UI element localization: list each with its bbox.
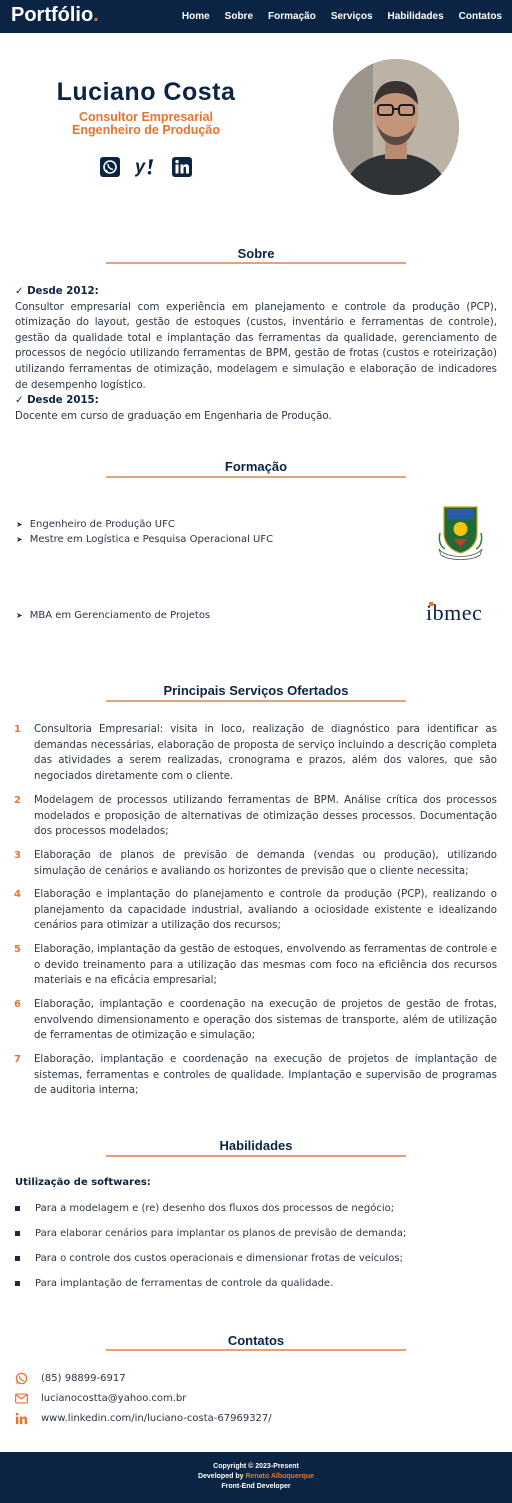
skill-item: Para elaborar cenários para implantar os… [15, 1228, 406, 1239]
sobre-text: ✓ Desde 2012: Consultor empresarial com … [15, 284, 497, 424]
service-item: 7 Elaboração, implantação e coordenação … [14, 1052, 497, 1099]
contact-linkedin[interactable]: www.linkedin.com/in/luciano-costa-679693… [14, 1411, 272, 1425]
formacao-list-ufc: ➤ Engenheiro de Produção UFC ➤ Mestre em L… [16, 517, 273, 547]
service-number: 7 [14, 1054, 21, 1065]
main-nav: Home Sobre Formação Serviços Habilidades… [167, 11, 502, 22]
nav-home[interactable]: Home [182, 11, 210, 22]
linkedin-icon [14, 1411, 28, 1425]
phone-number: (85) 98899-6917 [41, 1372, 126, 1384]
arrow-icon: ➤ [16, 535, 23, 544]
service-number: 2 [14, 795, 21, 806]
section-divider [106, 476, 406, 478]
skills-heading: Utilização de softwares: [15, 1177, 151, 1188]
linkedin-url: www.linkedin.com/in/luciano-costa-679693… [41, 1412, 272, 1424]
sobre-paragraph-2012: Consultor empresarial com experiência em… [15, 301, 497, 391]
service-text: Elaboração, implantação e coordenação na… [34, 999, 497, 1042]
whatsapp-icon [14, 1371, 28, 1385]
sobre-heading-2015: ✓ Desde 2015: [15, 395, 99, 407]
linkedin-icon[interactable] [171, 156, 192, 177]
service-text: Elaboração, implantação da gestão de est… [34, 944, 497, 987]
service-number: 4 [14, 889, 21, 900]
sobre-paragraph-2015: Docente em curso de graduação em Engenha… [15, 410, 332, 422]
logo-text: Portfólio [11, 4, 94, 26]
footer-copyright: Copyright © 2023-Present [213, 1463, 299, 1470]
email-address: lucianocostta@yahoo.com.br [41, 1392, 187, 1404]
footer: Copyright © 2023-Present Developed by Re… [0, 1452, 512, 1503]
bullet-icon [15, 1231, 20, 1236]
service-text: Modelagem de processos utilizando ferram… [34, 795, 497, 838]
list-item: ➤ Mestre em Logística e Pesquisa Operacio… [16, 534, 274, 545]
section-divider [106, 700, 406, 702]
skill-item: Para o controle dos custos operacionais … [15, 1253, 403, 1264]
service-item: 4 Elaboração e implantação do planejamen… [14, 887, 497, 934]
ibmec-logo: ibmec [426, 600, 483, 625]
section-title-habilidades: Habilidades [219, 1138, 293, 1153]
service-item: 1 Consultoria Empresarial: visita in loc… [14, 722, 497, 784]
nav-servicos[interactable]: Serviços [331, 11, 373, 22]
logo-dot: . [93, 4, 99, 26]
service-item: 5 Elaboração, implantação da gestão de e… [14, 942, 497, 989]
contact-phone[interactable]: (85) 98899-6917 [14, 1371, 126, 1385]
service-text: Consultoria Empresarial: visita in loco,… [34, 724, 497, 782]
nav-sobre[interactable]: Sobre [225, 11, 253, 22]
service-item: 2 Modelagem de processos utilizando ferr… [14, 793, 497, 840]
list-item: ➤ MBA em Gerenciamento de Projetos [16, 610, 211, 621]
sobre-heading-2012: ✓ Desde 2012: [15, 286, 99, 297]
skill-item: Para implantação de ferramentas de contr… [15, 1278, 333, 1289]
footer-role: Front-End Developer [221, 1483, 291, 1490]
bullet-icon [15, 1206, 20, 1211]
service-text: Elaboração de planos de previsão de dema… [34, 850, 497, 877]
nav-contatos[interactable]: Contatos [459, 11, 502, 22]
profile-role-2: Engenheiro de Produção [72, 123, 220, 137]
profile-role-1: Consultor Empresarial [78, 110, 214, 124]
contact-email[interactable]: lucianocostta@yahoo.com.br [14, 1391, 186, 1405]
svg-text:y: y [135, 157, 146, 177]
section-title-contatos: Contatos [227, 1333, 285, 1348]
service-number: 1 [14, 724, 21, 735]
service-number: 6 [14, 999, 21, 1010]
bullet-icon [15, 1256, 20, 1261]
profile-photo [333, 59, 459, 195]
profile-name: Luciano Costa [56, 78, 236, 106]
section-divider [106, 262, 406, 264]
section-divider [106, 1155, 406, 1157]
yahoo-icon[interactable]: y [135, 156, 156, 177]
list-item: ➤ Engenheiro de Produção UFC [16, 519, 175, 530]
footer-developer: Developed by Renato Albuquerque [197, 1473, 315, 1480]
service-item: 6 Elaboração, implantação e coordenação … [14, 997, 497, 1044]
whatsapp-icon[interactable] [99, 156, 120, 177]
section-title-sobre: Sobre [237, 246, 275, 261]
formacao-list-ibmec: ➤ MBA em Gerenciamento de Projetos [16, 608, 210, 623]
section-divider [106, 1349, 406, 1351]
top-navbar: Portfólio. Home Sobre Formação Serviços … [0, 0, 512, 33]
section-title-formacao: Formação [224, 459, 288, 474]
site-logo[interactable]: Portfólio. [11, 4, 99, 27]
section-title-servicos: Principais Serviços Ofertados [163, 683, 349, 698]
service-number: 5 [14, 944, 21, 955]
service-text: Elaboração e implantação do planejamento… [34, 889, 497, 932]
service-item: 3 Elaboração de planos de previsão de de… [14, 848, 497, 879]
nav-formacao[interactable]: Formação [268, 11, 316, 22]
bullet-icon [15, 1281, 20, 1286]
service-number: 3 [14, 850, 21, 861]
skill-item: Para a modelagem e (re) desenho dos flux… [15, 1203, 394, 1214]
nav-habilidades[interactable]: Habilidades [388, 11, 444, 22]
envelope-icon [14, 1391, 28, 1405]
arrow-icon: ➤ [16, 611, 23, 620]
ufc-crest-logo [438, 503, 483, 563]
arrow-icon: ➤ [16, 520, 23, 529]
developer-link[interactable]: Renato Albuquerque [245, 1473, 314, 1480]
service-text: Elaboração, implantação e coordenação na… [34, 1054, 497, 1097]
social-links: y [99, 156, 192, 177]
